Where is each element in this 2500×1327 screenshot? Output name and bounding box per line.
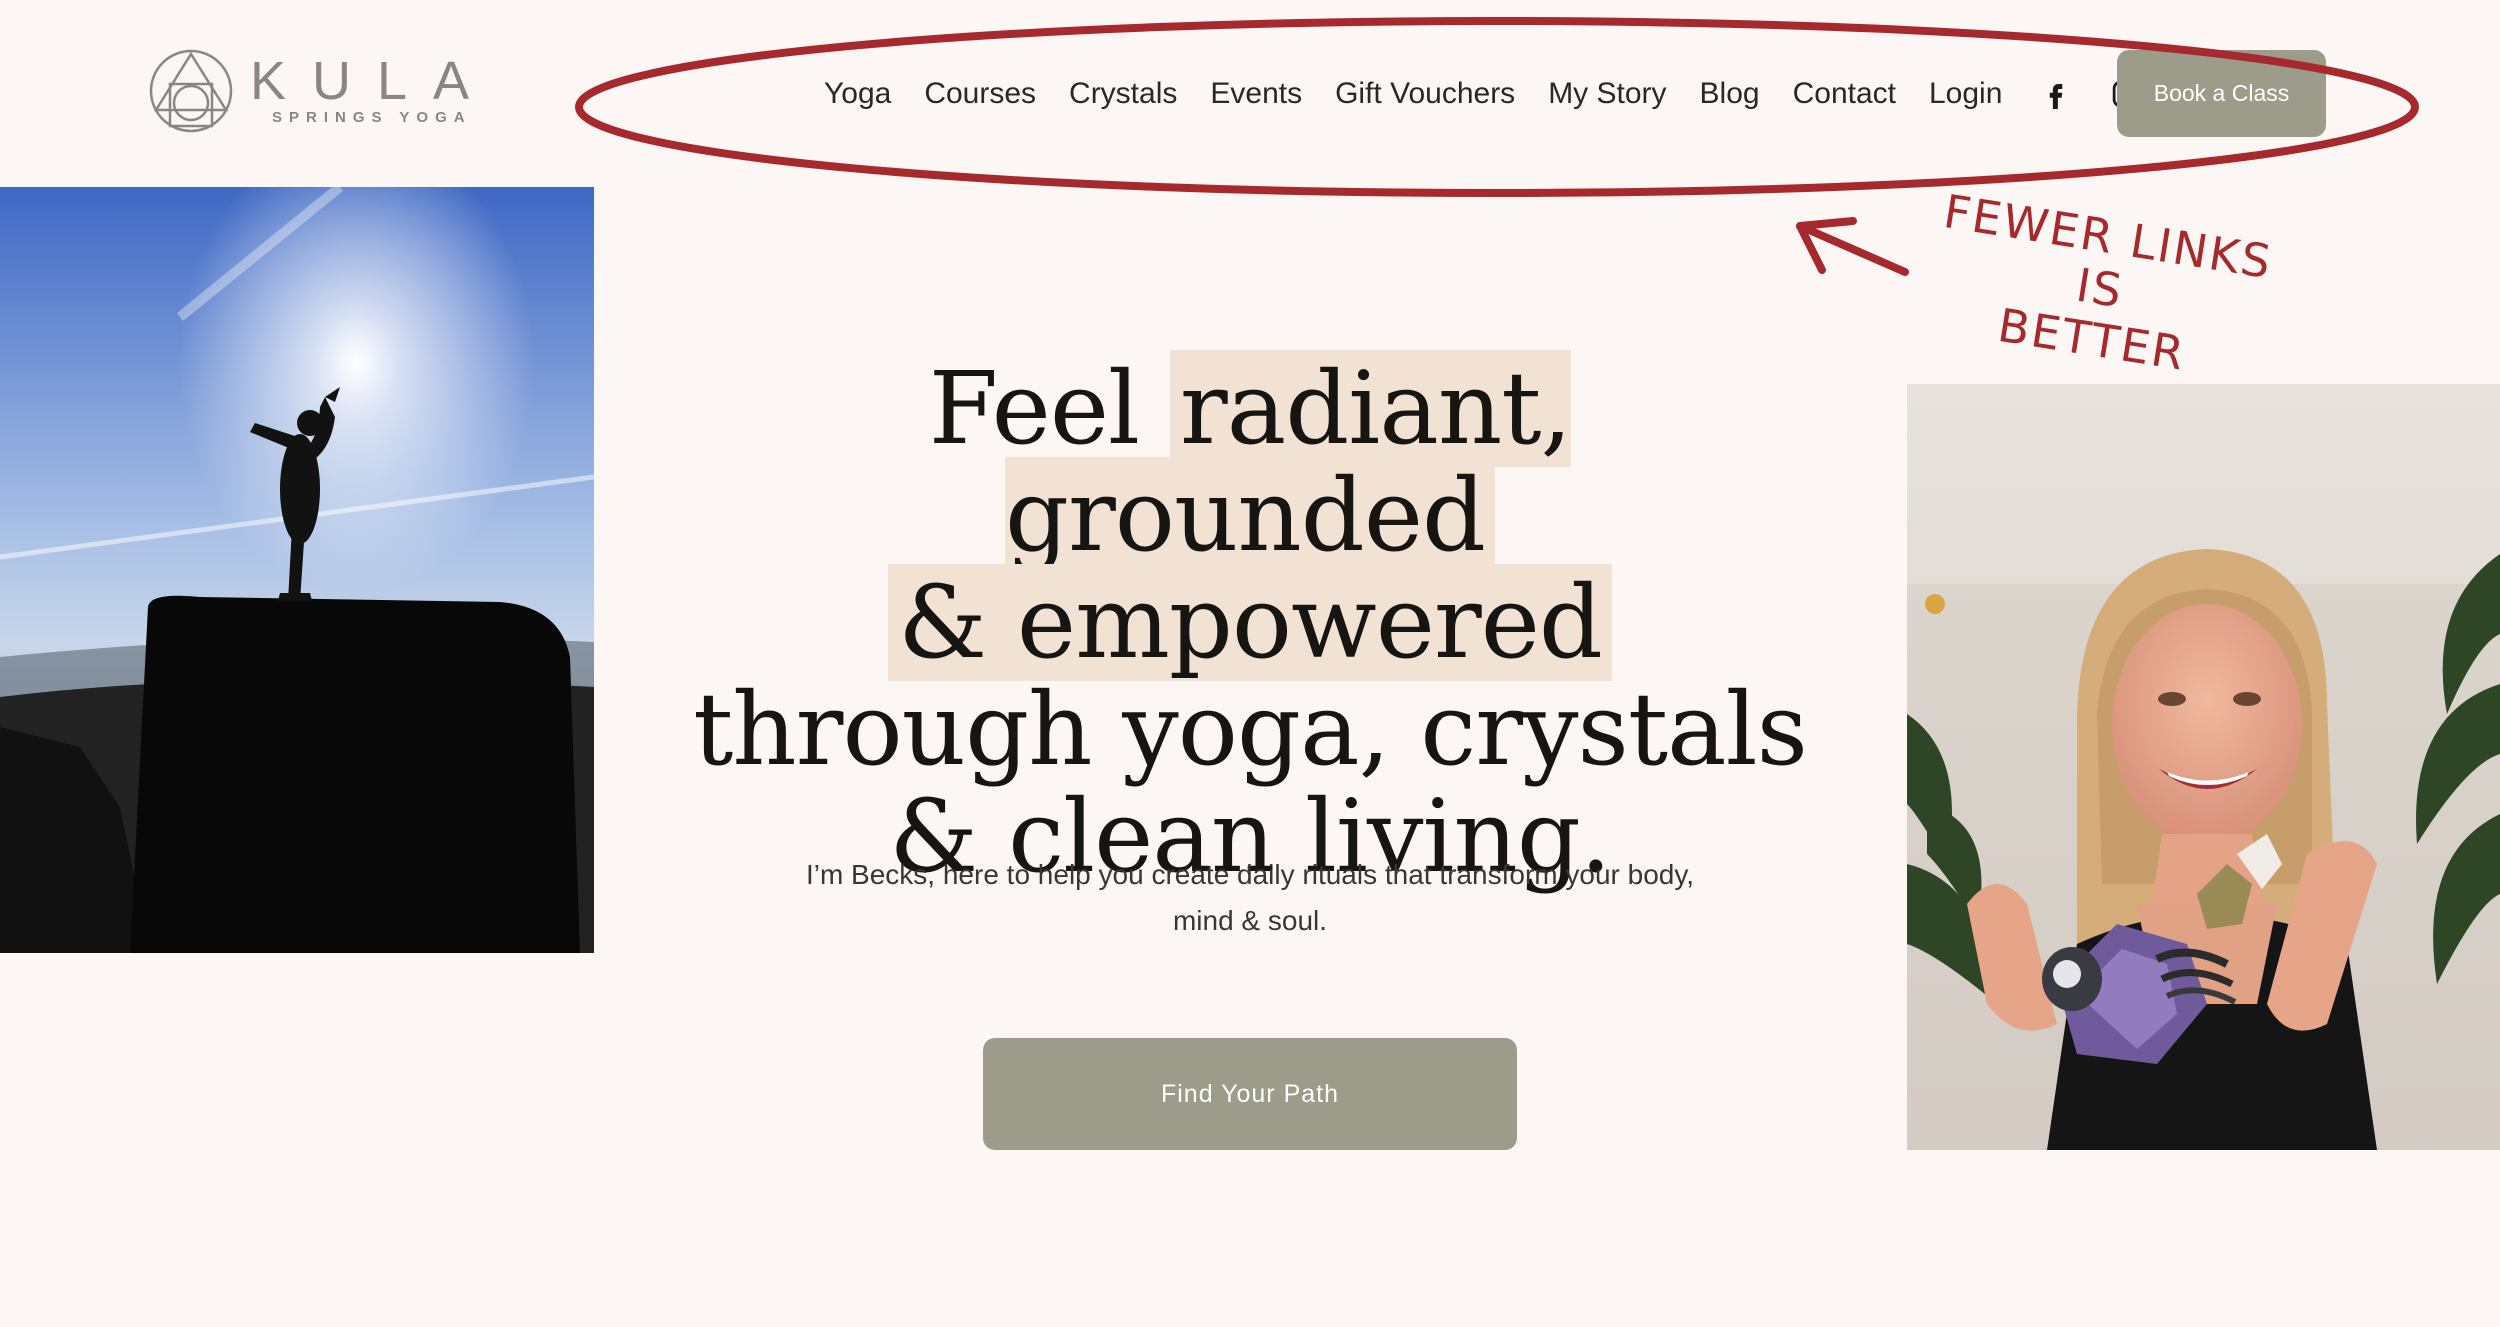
- find-your-path-button[interactable]: Find Your Path: [983, 1038, 1517, 1150]
- site-logo[interactable]: KULA SPRINGS YOGA: [148, 48, 478, 138]
- yoga-pose-photo: [0, 187, 594, 953]
- woman-with-crystals-photo: [1907, 384, 2500, 1150]
- nav-link-my-story[interactable]: My Story: [1548, 68, 1666, 120]
- annotation-arrow: [1796, 222, 1909, 276]
- nav-link-courses[interactable]: Courses: [924, 68, 1036, 120]
- main-nav: Yoga Courses Crystals Events Gift Vouche…: [824, 68, 2175, 120]
- book-a-class-button[interactable]: Book a Class: [2117, 50, 2326, 137]
- logo-tagline: SPRINGS YOGA: [272, 109, 472, 126]
- hero-subtitle: I’m Becks, here to help you create daily…: [805, 859, 1695, 936]
- hero-text-start: Feel: [928, 350, 1170, 467]
- hero-highlight-empowered: & empowered: [888, 564, 1612, 681]
- facebook-icon[interactable]: [2041, 79, 2071, 109]
- nav-link-crystals[interactable]: Crystals: [1069, 68, 1177, 120]
- logo-wordmark: KULA: [250, 51, 496, 111]
- nav-link-contact[interactable]: Contact: [1793, 68, 1896, 120]
- nav-link-blog[interactable]: Blog: [1700, 68, 1760, 120]
- nav-link-events[interactable]: Events: [1210, 68, 1302, 120]
- logo-mark-icon: [149, 49, 233, 133]
- nav-link-login[interactable]: Login: [1929, 68, 2002, 120]
- nav-link-yoga[interactable]: Yoga: [824, 68, 891, 120]
- nav-link-gift-vouchers[interactable]: Gift Vouchers: [1335, 68, 1515, 120]
- hero-heading: Feel radiant, grounded & empowered throu…: [680, 350, 1820, 890]
- annotation-text: FEWER LINKS IS BETTER: [1900, 181, 2300, 395]
